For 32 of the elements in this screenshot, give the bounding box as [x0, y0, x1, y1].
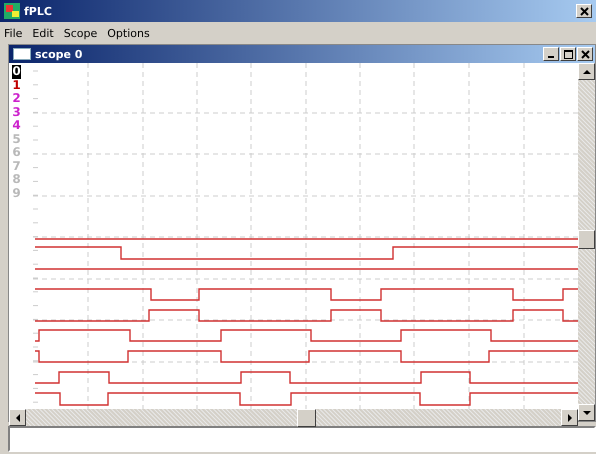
app-icon — [4, 3, 20, 19]
scroll-thumb[interactable] — [578, 230, 595, 249]
menu-item[interactable]: Edit — [32, 26, 54, 40]
channel-label[interactable]: 3 — [12, 106, 21, 119]
up-arrow-icon — [582, 68, 590, 74]
scroll-right-button[interactable] — [561, 409, 578, 426]
close-button[interactable] — [577, 47, 593, 61]
close-icon — [580, 6, 588, 16]
right-arrow-icon — [566, 414, 572, 422]
window-title: fPLC — [24, 4, 53, 18]
scroll-left-button[interactable] — [9, 409, 26, 426]
channel-label[interactable]: 0 — [12, 65, 21, 78]
close-button[interactable] — [576, 4, 592, 18]
maximize-button[interactable] — [560, 47, 576, 61]
scroll-up-button[interactable] — [578, 63, 595, 80]
minimize-button[interactable] — [543, 47, 559, 61]
menu-item[interactable]: Scope — [64, 26, 98, 40]
channel-label[interactable]: 2 — [12, 92, 21, 106]
channel-label[interactable]: 4 — [12, 119, 21, 132]
down-arrow-icon — [582, 410, 590, 416]
horizontal-scrollbar[interactable] — [9, 409, 578, 426]
scroll-down-button[interactable] — [578, 404, 595, 421]
scroll-thumb[interactable] — [297, 409, 316, 427]
vertical-scrollbar[interactable] — [578, 63, 595, 421]
left-arrow-icon — [14, 414, 20, 422]
close-icon — [580, 50, 590, 58]
menu-item[interactable]: File — [4, 26, 22, 40]
channel-label[interactable]: 1 — [12, 78, 21, 92]
maximize-icon — [564, 50, 572, 58]
scope-title: scope 0 — [35, 48, 84, 60]
window-icon — [13, 48, 31, 60]
menu-item[interactable]: Options — [107, 26, 150, 40]
